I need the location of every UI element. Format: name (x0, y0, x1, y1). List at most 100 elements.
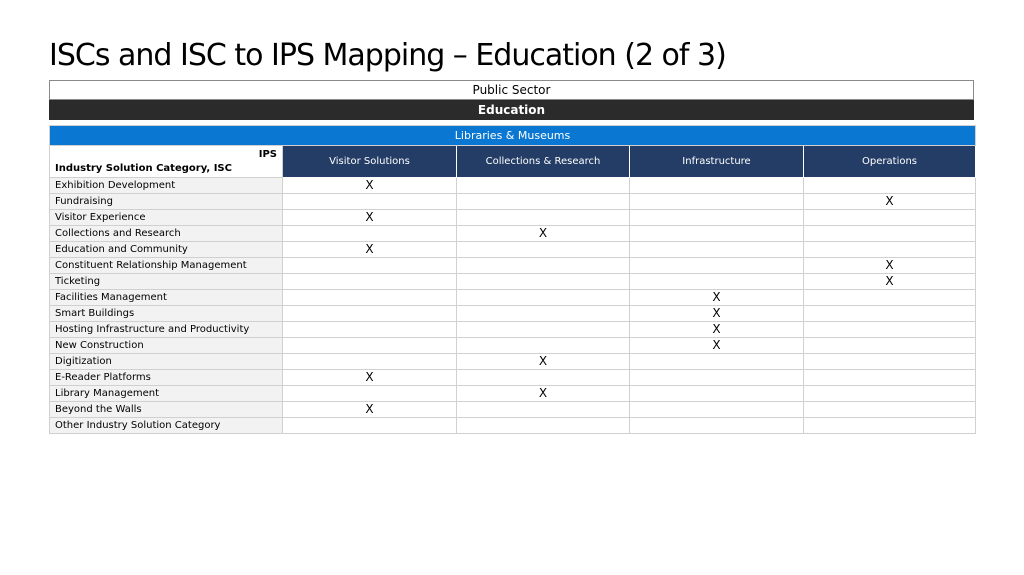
mapping-cell (802, 241, 977, 258)
mapping-cell: X (456, 225, 630, 242)
mapping-cell (456, 417, 630, 434)
mapping-cell (282, 289, 457, 306)
table-row: Visitor Experience X (49, 209, 977, 226)
mapping-cell (456, 369, 630, 386)
column-header-collections-research: Collections & Research (456, 145, 630, 178)
table-row: Education and Community X (49, 241, 977, 258)
mapping-cell (456, 177, 630, 194)
mapping-cell (282, 321, 457, 338)
mapping-cell (629, 257, 804, 274)
isc-name-cell: Ticketing (49, 273, 283, 290)
mapping-cell (629, 417, 804, 434)
isc-name-cell: Constituent Relationship Management (49, 257, 283, 274)
mapping-cell: X (629, 305, 804, 322)
mapping-cell (456, 289, 630, 306)
mapping-cell: X (282, 209, 457, 226)
mapping-cell (629, 241, 804, 258)
mapping-cell (629, 401, 804, 418)
table-row: Fundraising X (49, 193, 977, 210)
mapping-cell (629, 353, 804, 370)
mapping-cell (282, 225, 457, 242)
table-row: Ticketing X (49, 273, 977, 290)
isc-name-cell: Hosting Infrastructure and Productivity (49, 321, 283, 338)
isc-name-cell: Visitor Experience (49, 209, 283, 226)
mapping-cell: X (629, 337, 804, 354)
table-row: E-Reader Platforms X (49, 369, 977, 386)
column-header-operations: Operations (802, 145, 977, 178)
ips-label: IPS (258, 149, 277, 160)
isc-name-cell: Digitization (49, 353, 283, 370)
isc-name-cell: Facilities Management (49, 289, 283, 306)
mapping-cell (282, 305, 457, 322)
mapping-cell: X (802, 193, 977, 210)
mapping-cell (282, 353, 457, 370)
mapping-cell (629, 177, 804, 194)
mapping-cell (629, 193, 804, 210)
industry-band: Education (49, 100, 974, 120)
mapping-rows: Exhibition Development X Fundraising X Visit… (49, 177, 977, 434)
isc-name-cell: Other Industry Solution Category (49, 417, 283, 434)
table-row: Digitization X (49, 353, 977, 370)
isc-name-cell: New Construction (49, 337, 283, 354)
mapping-cell: X (456, 353, 630, 370)
mapping-cell (802, 417, 977, 434)
mapping-cell: X (456, 385, 630, 402)
mapping-cell (456, 401, 630, 418)
column-header-visitor-solutions: Visitor Solutions (282, 145, 457, 178)
mapping-cell (802, 369, 977, 386)
subindustry-header: Libraries & Museums (48, 125, 977, 146)
mapping-cell: X (802, 273, 977, 290)
mapping-cell (282, 385, 457, 402)
isc-name-cell: Education and Community (49, 241, 283, 258)
mapping-cell: X (629, 289, 804, 306)
isc-label: Industry Solution Category, ISC (55, 163, 232, 174)
mapping-cell (456, 337, 630, 354)
mapping-cell (629, 369, 804, 386)
mapping-cell (456, 209, 630, 226)
mapping-cell (282, 417, 457, 434)
table-row: Facilities Management X (49, 289, 977, 306)
mapping-cell (456, 305, 630, 322)
isc-name-cell: Fundraising (49, 193, 283, 210)
mapping-cell: X (629, 321, 804, 338)
mapping-cell (629, 225, 804, 242)
mapping-cell (802, 177, 977, 194)
mapping-cell (282, 193, 457, 210)
table-row: Library Management X (49, 385, 977, 402)
mapping-cell (629, 209, 804, 226)
table-row: Collections and Research X (49, 225, 977, 242)
mapping-cell (282, 337, 457, 354)
isc-name-cell: Collections and Research (49, 225, 283, 242)
mapping-cell (629, 385, 804, 402)
mapping-cell (456, 273, 630, 290)
mapping-cell (802, 209, 977, 226)
mapping-cell (802, 225, 977, 242)
mapping-cell: X (282, 369, 457, 386)
table-row: Constituent Relationship Management X (49, 257, 977, 274)
mapping-cell (456, 193, 630, 210)
isc-name-cell: Exhibition Development (49, 177, 283, 194)
table-row: Hosting Infrastructure and Productivity X (49, 321, 977, 338)
isc-ips-mapping-table: Libraries & Museums IPS Industry Solutio… (48, 125, 977, 434)
corner-header: IPS Industry Solution Category, ISC (49, 145, 283, 178)
mapping-cell (456, 241, 630, 258)
mapping-cell (282, 257, 457, 274)
mapping-cell (456, 257, 630, 274)
mapping-cell: X (282, 177, 457, 194)
isc-name-cell: Smart Buildings (49, 305, 283, 322)
isc-name-cell: Library Management (49, 385, 283, 402)
table-row: Beyond the Walls X (49, 401, 977, 418)
sector-band: Public Sector (49, 80, 974, 100)
column-header-infrastructure: Infrastructure (629, 145, 804, 178)
mapping-cell: X (802, 257, 977, 274)
mapping-cell (802, 305, 977, 322)
mapping-cell (456, 321, 630, 338)
table-row: Smart Buildings X (49, 305, 977, 322)
mapping-cell (802, 385, 977, 402)
table-row: New Construction X (49, 337, 977, 354)
page-title: ISCs and ISC to IPS Mapping – Education … (49, 38, 727, 73)
mapping-cell (802, 401, 977, 418)
mapping-cell (802, 353, 977, 370)
mapping-cell: X (282, 401, 457, 418)
isc-name-cell: Beyond the Walls (49, 401, 283, 418)
